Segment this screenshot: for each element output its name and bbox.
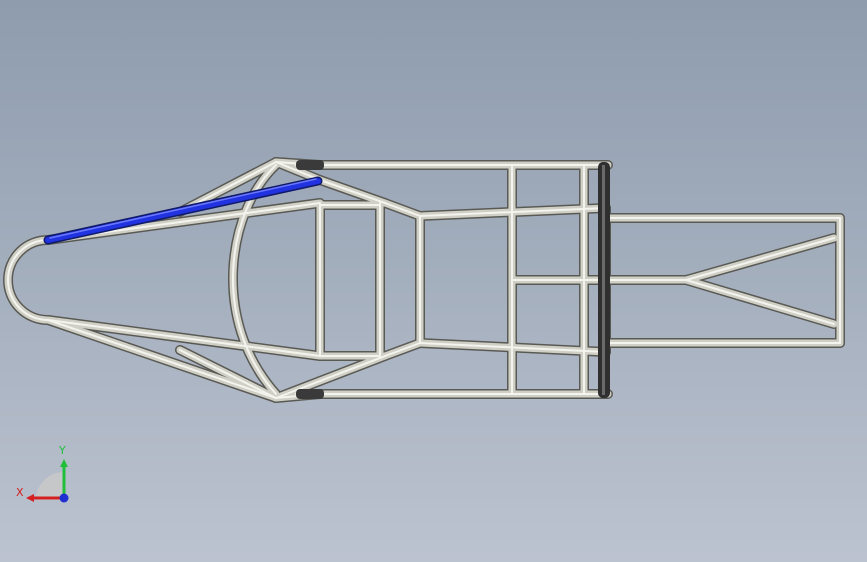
dark-upright-highlight xyxy=(602,165,605,395)
x-axis-arrowhead xyxy=(26,494,34,502)
frame-tube xyxy=(685,279,835,325)
coordinate-triad: X Y xyxy=(16,444,69,503)
dark-end-cap-top-left xyxy=(296,160,324,170)
y-axis-label: Y xyxy=(58,444,66,457)
dark-end-cap-bottom-left xyxy=(296,389,324,399)
frame-tube-curve xyxy=(3,235,53,325)
frame-tube xyxy=(319,179,386,204)
triad-quarter-disc xyxy=(36,472,64,500)
y-axis-arrowhead xyxy=(60,459,68,467)
graphics-viewport[interactable]: X Y xyxy=(0,0,867,562)
chassis-frame-model[interactable] xyxy=(0,0,867,562)
frame-tube xyxy=(685,237,835,281)
tube-outlines xyxy=(3,157,845,403)
z-axis-dot xyxy=(59,493,69,503)
x-axis-label: X xyxy=(16,486,24,499)
